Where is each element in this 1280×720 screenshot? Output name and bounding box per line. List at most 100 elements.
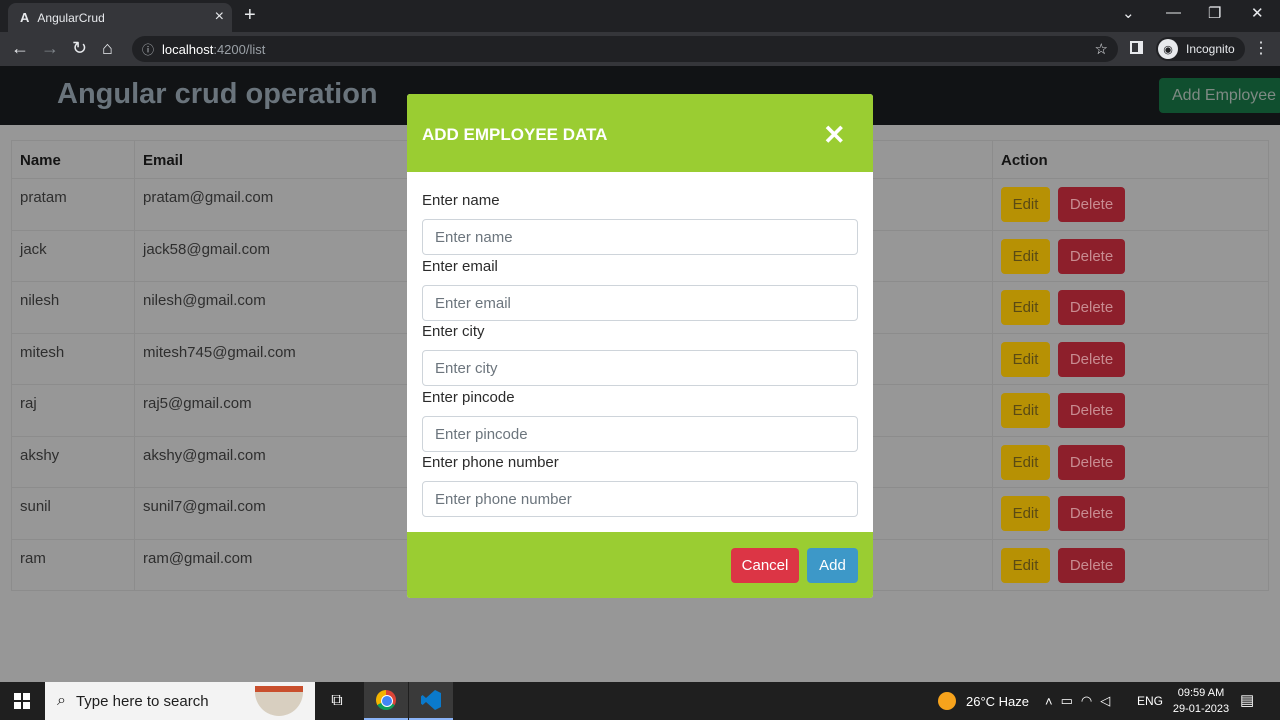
name-label: Enter name <box>422 192 500 209</box>
windows-start-icon[interactable] <box>14 693 30 709</box>
wifi-icon[interactable]: ◠ <box>1081 693 1100 709</box>
edit-button[interactable]: Edit <box>1001 393 1050 428</box>
phone-field-group: Enter phone number <box>422 454 858 517</box>
incognito-profile-button[interactable]: ◉ Incognito <box>1156 37 1245 61</box>
name-input[interactable] <box>422 219 858 255</box>
url-path: :4200/list <box>213 41 266 57</box>
vscode-taskbar-button[interactable] <box>409 682 453 720</box>
tab-search-chevron-icon[interactable]: ⌄ <box>1122 4 1135 22</box>
delete-button[interactable]: Delete <box>1058 341 1125 377</box>
task-view-icon[interactable]: ⧉ <box>315 682 359 720</box>
modal-header: ADD EMPLOYEE DATA ✕ <box>407 94 873 172</box>
cell-name: jack <box>11 229 135 282</box>
add-button[interactable]: Add <box>807 548 858 583</box>
delete-button[interactable]: Delete <box>1058 496 1125 531</box>
column-header-action: Action <box>992 140 1269 179</box>
cell-name: sunil <box>11 487 135 540</box>
page-title: Angular crud operation <box>57 78 378 110</box>
cell-action: Edit Delete <box>992 178 1269 231</box>
cell-name: nilesh <box>11 281 135 334</box>
cell-action: Edit Delete <box>992 332 1269 385</box>
phone-input[interactable] <box>422 481 858 517</box>
cell-action: Edit Delete <box>992 384 1269 437</box>
pincode-input[interactable] <box>422 416 858 452</box>
browser-menu-icon[interactable]: ⋮ <box>1253 38 1269 58</box>
modal-footer: Cancel Add <box>407 532 873 598</box>
chrome-icon <box>376 690 396 710</box>
cell-name: pratam <box>11 178 135 231</box>
forward-arrow-icon[interactable]: → <box>41 38 59 59</box>
cell-name: raj <box>11 384 135 437</box>
weather-haze-icon <box>938 692 956 710</box>
cell-action: Edit Delete <box>992 538 1269 591</box>
bookmark-star-icon[interactable]: ☆ <box>1095 40 1108 58</box>
browser-toolbar: ← → ↻ ⌂ ⓘ localhost:4200/list ☆ <box>0 32 1280 66</box>
edit-button[interactable]: Edit <box>1001 290 1050 325</box>
side-panel-icon[interactable] <box>1130 41 1143 54</box>
notification-icon[interactable]: ▤ <box>1240 691 1254 709</box>
city-input[interactable] <box>422 350 858 386</box>
search-highlight-icon <box>255 686 303 716</box>
name-field-group: Enter name <box>422 192 858 255</box>
delete-button[interactable]: Delete <box>1058 547 1125 583</box>
delete-button[interactable]: Delete <box>1058 238 1125 274</box>
phone-label: Enter phone number <box>422 454 559 471</box>
clock-date: 29-01-2023 <box>1172 703 1230 715</box>
cell-name: ram <box>11 538 135 591</box>
modal-title: ADD EMPLOYEE DATA <box>422 125 608 144</box>
battery-icon[interactable]: ▭ <box>1061 693 1081 709</box>
edit-button[interactable]: Edit <box>1001 187 1050 222</box>
url-host: localhost <box>162 41 214 57</box>
volume-icon[interactable]: ◁ <box>1100 693 1118 709</box>
cell-action: Edit Delete <box>992 487 1269 540</box>
email-field-group: Enter email <box>422 258 858 321</box>
chevron-up-icon[interactable]: ˄ <box>1045 694 1061 709</box>
cell-action: Edit Delete <box>992 435 1269 488</box>
chrome-taskbar-button[interactable] <box>364 682 408 720</box>
cell-action: Edit Delete <box>992 281 1269 334</box>
restore-icon[interactable]: ❐ <box>1208 4 1221 22</box>
close-icon[interactable]: ✕ <box>823 120 846 150</box>
new-tab-icon[interactable]: + <box>244 4 256 27</box>
pincode-field-group: Enter pincode <box>422 389 858 452</box>
angular-favicon-icon: A <box>20 10 30 25</box>
system-tray-icons[interactable]: ˄ ▭ ◠ ◁ <box>1045 682 1118 720</box>
minimize-icon[interactable]: — <box>1166 4 1181 21</box>
taskbar-search-placeholder: Type here to search <box>75 692 209 710</box>
window-close-icon[interactable]: ✕ <box>1251 4 1264 22</box>
home-icon[interactable]: ⌂ <box>102 38 113 59</box>
city-field-group: Enter city <box>422 323 858 386</box>
edit-button[interactable]: Edit <box>1001 547 1050 583</box>
browser-tab[interactable]: A AngularCrud × <box>8 3 232 32</box>
email-input[interactable] <box>422 285 858 321</box>
weather-widget[interactable]: 26°C Haze <box>938 682 1029 720</box>
pincode-label: Enter pincode <box>422 389 515 406</box>
delete-button[interactable]: Delete <box>1058 187 1125 222</box>
language-indicator[interactable]: ENG <box>1137 682 1163 720</box>
cancel-button[interactable]: Cancel <box>731 548 799 583</box>
clock-time: 09:59 AM <box>1177 687 1225 699</box>
tab-close-icon[interactable]: × <box>215 8 224 26</box>
taskbar-clock[interactable]: 09:59 AM 29-01-2023 <box>1165 685 1237 717</box>
add-employee-button[interactable]: Add Employee <box>1159 78 1280 113</box>
vscode-icon <box>421 690 441 710</box>
address-bar[interactable]: ⓘ localhost:4200/list ☆ <box>132 36 1118 62</box>
edit-button[interactable]: Edit <box>1001 444 1050 480</box>
taskbar-search-box[interactable]: ⌕ Type here to search <box>45 682 315 720</box>
email-label: Enter email <box>422 258 498 275</box>
edit-button[interactable]: Edit <box>1001 341 1050 377</box>
delete-button[interactable]: Delete <box>1058 290 1125 325</box>
delete-button[interactable]: Delete <box>1058 393 1125 428</box>
site-info-icon[interactable]: ⓘ <box>142 41 154 58</box>
tab-title: AngularCrud <box>37 10 105 25</box>
add-employee-modal: ADD EMPLOYEE DATA ✕ Enter name Enter ema… <box>407 94 873 598</box>
edit-button[interactable]: Edit <box>1001 496 1050 531</box>
back-arrow-icon[interactable]: ← <box>11 38 29 59</box>
cell-name: akshy <box>11 435 135 488</box>
edit-button[interactable]: Edit <box>1001 238 1050 274</box>
reload-icon[interactable]: ↻ <box>72 38 87 59</box>
city-label: Enter city <box>422 323 485 340</box>
browser-tab-strip: A AngularCrud × + ⌄ — ❐ ✕ <box>0 0 1280 32</box>
column-header-name: Name <box>11 140 135 179</box>
delete-button[interactable]: Delete <box>1058 444 1125 480</box>
